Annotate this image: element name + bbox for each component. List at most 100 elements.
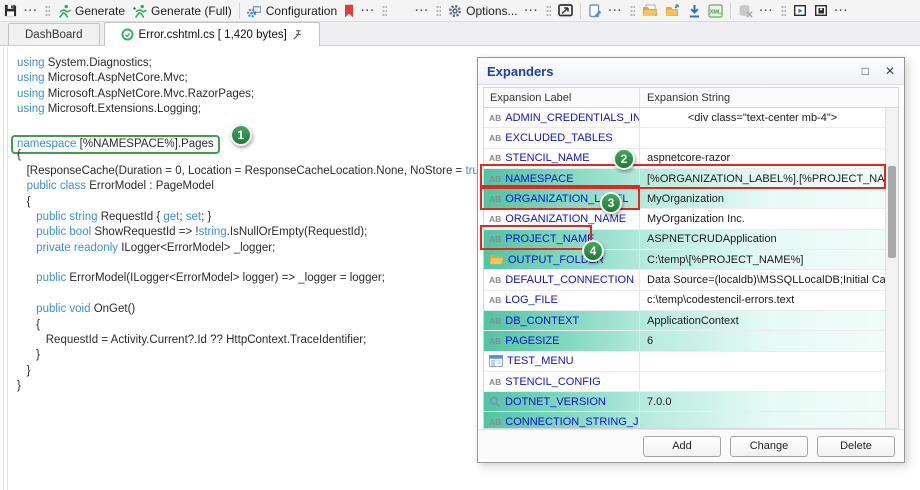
- code-line: {: [17, 195, 492, 210]
- save-window-icon[interactable]: [814, 4, 828, 17]
- toolbar-grip-handle[interactable]: [436, 5, 441, 16]
- label-cell: ABSTENCIL_CONFIG: [484, 372, 640, 391]
- overflow-menu-icon[interactable]: ···: [525, 5, 539, 17]
- panel-footer: Add Change Delete: [478, 429, 904, 462]
- ab-type-icon: AB: [489, 316, 501, 326]
- xml-file-icon[interactable]: XML: [708, 4, 723, 18]
- expander-row[interactable]: ABORGANIZATION_NAMEMyOrganization Inc.: [484, 209, 885, 229]
- save-icon[interactable]: [4, 4, 17, 17]
- expander-row[interactable]: TEST_MENU: [484, 352, 885, 372]
- expansion-string: c:\temp\codestencil-errors.text: [640, 291, 885, 310]
- expansion-label: LOG_FILE: [505, 294, 558, 306]
- expander-row[interactable]: ABEXCLUDED_TABLES: [484, 128, 885, 148]
- expansion-label: NAMESPACE: [505, 173, 573, 185]
- open-folder-icon[interactable]: [642, 4, 658, 17]
- label-cell: ABEXCLUDED_TABLES: [484, 128, 640, 147]
- expansion-label: CONNECTION_STRING_JSON: [505, 416, 640, 428]
- expander-row[interactable]: ABSTENCIL_CONFIG: [484, 372, 885, 392]
- close-icon[interactable]: ✕: [885, 64, 895, 78]
- ab-type-icon: AB: [489, 377, 501, 387]
- overflow-menu-icon[interactable]: ···: [760, 5, 774, 17]
- add-button[interactable]: Add: [643, 436, 721, 457]
- overflow-menu-icon[interactable]: ···: [835, 5, 849, 17]
- expansion-string: [640, 372, 885, 391]
- code-line: using Microsoft.AspNetCore.Mvc;: [17, 71, 492, 86]
- expander-row[interactable]: ABPAGESIZE6: [484, 331, 885, 351]
- label-cell: AB NAMESPACE: [484, 169, 640, 188]
- expander-row[interactable]: AB NAMESPACE [%ORGANIZATION_LABEL%].[%PROJ…: [484, 169, 885, 189]
- code-line: public ErrorModel(ILogger<ErrorModel> lo…: [17, 271, 492, 286]
- change-button[interactable]: Change: [730, 436, 808, 457]
- generate-button[interactable]: Generate: [57, 4, 125, 18]
- label-cell: AB DB_CONTEXT: [484, 311, 640, 330]
- tab-dashboard[interactable]: DashBoard: [8, 23, 100, 45]
- vertical-scrollbar[interactable]: [885, 108, 898, 428]
- overflow-menu-icon[interactable]: ···: [361, 5, 375, 17]
- toolbar-grip-handle[interactable]: [382, 5, 387, 16]
- expander-row[interactable]: ABADMIN_CREDENTIALS_INFO<div class="text…: [484, 108, 885, 128]
- expansion-string: C:\temp\[%PROJECT_NAME%]: [640, 250, 885, 269]
- column-header-expansion-label[interactable]: Expansion Label: [484, 88, 640, 107]
- bookmark-icon[interactable]: [344, 4, 354, 18]
- configuration-button[interactable]: Configuration: [247, 4, 337, 18]
- toolbar-grip-handle[interactable]: [781, 5, 786, 16]
- maximize-icon[interactable]: □: [862, 64, 869, 78]
- label-cell: ABPAGESIZE: [484, 331, 640, 350]
- expander-row[interactable]: ABLOG_FILEc:\temp\codestencil-errors.tex…: [484, 291, 885, 311]
- label-cell: ABDEFAULT_CONNECTION: [484, 270, 640, 289]
- expansion-string: 6: [640, 331, 885, 350]
- generate-full-button[interactable]: Generate (Full): [132, 4, 232, 18]
- expansion-string: [%ORGANIZATION_LABEL%].[%PROJECT_NAME%]: [640, 169, 885, 188]
- scrollbar-thumb[interactable]: [888, 166, 896, 258]
- label-cell: TEST_MENU: [484, 352, 640, 371]
- toolbar-grip-handle[interactable]: [546, 5, 551, 16]
- toolbar-grip-handle[interactable]: [630, 5, 635, 16]
- search-icon: [489, 396, 501, 408]
- code-line: public string RequestId { get; set; }: [17, 210, 492, 225]
- expansion-label: STENCIL_NAME: [505, 152, 589, 164]
- expander-row[interactable]: ABDEFAULT_CONNECTIONData Source=(localdb…: [484, 270, 885, 290]
- overflow-menu-icon[interactable]: ···: [24, 5, 38, 17]
- label-cell: ABLOG_FILE: [484, 291, 640, 310]
- screen-cast-icon[interactable]: [558, 4, 573, 17]
- expander-row[interactable]: ABCONNECTION_STRING_JSON: [484, 412, 885, 429]
- expander-row[interactable]: ABPROJECT_NAMEASPNETCRUDApplication: [484, 230, 885, 250]
- tab-error-cshtml[interactable]: Error.cshtml.cs [ 1,420 bytes]: [104, 22, 320, 46]
- expansion-string: ASPNETCRUDApplication: [640, 230, 885, 249]
- menu-icon: [489, 355, 503, 367]
- overflow-menu-icon[interactable]: ···: [609, 5, 623, 17]
- annotation-badge-1: 1: [230, 124, 252, 146]
- overflow-menu-icon[interactable]: ···: [415, 5, 429, 17]
- download-icon[interactable]: [688, 4, 701, 18]
- expansion-label: PROJECT_NAME: [505, 233, 594, 245]
- expander-row[interactable]: OUTPUT_FOLDERC:\temp\[%PROJECT_NAME%]: [484, 250, 885, 270]
- configuration-gear-icon: [247, 4, 262, 18]
- code-line: using System.Diagnostics;: [17, 56, 492, 71]
- delete-button[interactable]: Delete: [817, 436, 895, 457]
- expander-row[interactable]: ABORGANIZATION_LABELMyOrganization: [484, 189, 885, 209]
- code-lines: using System.Diagnostics;using Microsoft…: [17, 56, 492, 395]
- ab-type-icon: AB: [489, 174, 501, 184]
- expander-row[interactable]: ABDB_CONTEXTApplicationContext: [484, 311, 885, 331]
- toolbar-separator: [580, 3, 581, 19]
- expansion-label: DB_CONTEXT: [505, 315, 579, 327]
- pin-icon[interactable]: [292, 29, 303, 40]
- toolbar-grip-handle[interactable]: [45, 5, 50, 16]
- code-line: {: [17, 318, 492, 333]
- expansion-label: DOTNET_VERSION: [505, 396, 606, 408]
- code-line: public class ErrorModel : PageModel: [17, 179, 492, 194]
- code-line: [ResponseCache(Duration = 0, Location = …: [17, 164, 492, 179]
- export-folder-icon[interactable]: [665, 4, 681, 17]
- expander-row[interactable]: DOTNET_VERSION7.0.0: [484, 392, 885, 412]
- expansion-label: ADMIN_CREDENTIALS_INFO: [505, 112, 640, 124]
- code-line: public bool ShowRequestId => !string.IsN…: [17, 225, 492, 240]
- options-button[interactable]: Options...: [448, 4, 517, 18]
- label-cell: ABCONNECTION_STRING_JSON: [484, 412, 640, 429]
- expander-row[interactable]: ABSTENCIL_NAMEaspnetcore-razor: [484, 149, 885, 169]
- label-cell: OUTPUT_FOLDER: [484, 250, 640, 269]
- expanders-titlebar[interactable]: Expanders □ ✕: [478, 58, 904, 85]
- edit-page-icon[interactable]: [588, 4, 602, 18]
- run-window-icon[interactable]: [793, 4, 807, 17]
- document-tabbar: DashBoard Error.cshtml.cs [ 1,420 bytes]: [0, 22, 920, 46]
- column-header-expansion-string[interactable]: Expansion String: [640, 92, 898, 104]
